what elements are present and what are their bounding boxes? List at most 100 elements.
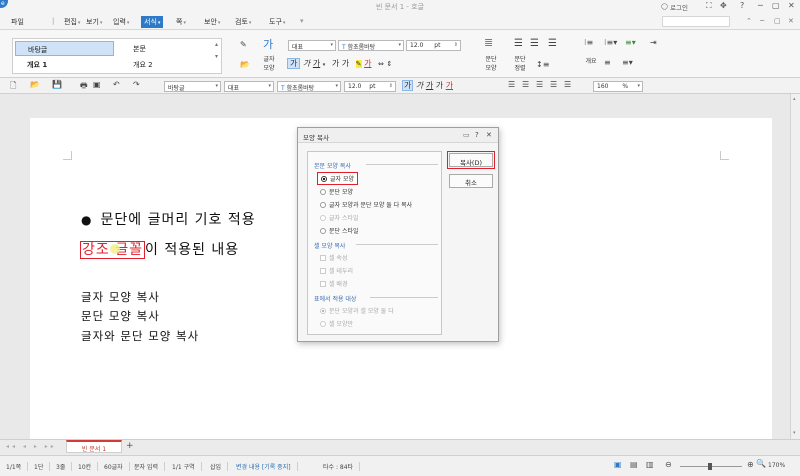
doc-line-2[interactable]: 문단 모양 복사 — [81, 308, 160, 324]
copy-button[interactable]: 복사(D) — [449, 153, 493, 167]
align-center-icon[interactable]: ☰ — [548, 38, 557, 49]
menu-more[interactable]: ▾ — [300, 17, 304, 25]
redo-icon[interactable]: ↷ — [133, 80, 140, 89]
superscript-icon-2[interactable]: 가 — [436, 81, 443, 90]
style-item-outline2[interactable]: 개요 2 — [119, 59, 214, 72]
preview-icon[interactable]: ▣ — [93, 80, 101, 89]
print-icon[interactable]: 🖶 — [80, 80, 88, 94]
style-edit-icon[interactable]: ✎ — [240, 40, 247, 49]
option-para-shape[interactable]: 문단 모양 — [320, 187, 353, 196]
style-select[interactable]: 바탕글 ▾ — [164, 81, 221, 92]
para-shape-label[interactable]: 문단 모양 — [480, 54, 502, 72]
font-name-select-2[interactable]: T 함초롬바탕 ▾ — [277, 81, 341, 92]
para-align-label[interactable]: 문단 정렬 — [508, 54, 532, 72]
menu-format[interactable]: 서식▾ — [141, 16, 164, 28]
doc-line-1[interactable]: 글자 모양 복사 — [81, 289, 160, 305]
user-icon[interactable]: ◯ — [661, 3, 668, 10]
italic-icon[interactable]: 가 — [303, 59, 310, 68]
vertical-scrollbar[interactable]: ▴ ▾ — [790, 94, 800, 439]
pin-icon[interactable]: ✥ — [720, 1, 727, 10]
align-justify-icon[interactable]: ☰ — [514, 38, 523, 49]
login-button[interactable]: 로그인 — [670, 2, 688, 12]
minimize-button[interactable]: ─ — [758, 1, 763, 10]
line-spacing-icon[interactable]: ↕≡ — [536, 60, 549, 69]
width-icon[interactable]: ⇕ — [386, 60, 392, 68]
list-level2-icon[interactable]: ≡▾ — [622, 58, 633, 67]
style-item-outline1[interactable]: 개요 1 — [15, 59, 114, 72]
italic-icon-2[interactable]: 가 — [416, 81, 423, 90]
zoom-in-icon[interactable]: ⊕ — [747, 460, 754, 469]
align-right-icon-2[interactable]: ☰ — [550, 80, 557, 89]
scroll-up-icon[interactable]: ▴ — [793, 96, 796, 102]
fullscreen-icon[interactable]: ⛶ — [706, 1, 712, 11]
status-page[interactable]: 1/1쪽 — [6, 462, 29, 471]
tab-nav-icons[interactable]: ◂◂ ◂ ▸ ▸▸ — [6, 443, 57, 450]
align-distribute-icon-2[interactable]: ☰ — [564, 80, 571, 89]
collapse-icon[interactable]: ─ — [760, 17, 764, 25]
outline-list-icon[interactable]: ≡▾ — [625, 38, 636, 47]
font-color-icon-2[interactable]: 가 — [446, 81, 453, 90]
menu-review[interactable]: 검토▾ — [235, 17, 251, 27]
close-doc-icon[interactable]: ✕ — [788, 17, 794, 25]
menu-view[interactable]: 보기▾ — [86, 17, 102, 27]
align-left-icon-2[interactable]: ☰ — [522, 80, 529, 89]
view-page-icon[interactable]: ▤ — [630, 460, 638, 469]
new-doc-icon[interactable]: 🗋 — [10, 80, 16, 94]
style-scroll-up-icon[interactable]: ▴ — [215, 41, 218, 48]
font-lang-select-2[interactable]: 대표 ▾ — [224, 81, 274, 92]
outline-label[interactable]: 개요 — [582, 56, 600, 65]
add-tab-button[interactable]: + — [126, 441, 134, 451]
align-justify-icon-2[interactable]: ☰ — [508, 80, 515, 89]
dialog-title-bar[interactable]: 모양 복사 ▭ ? ✕ — [298, 128, 498, 143]
style-scroll-down-icon[interactable]: ▾ — [215, 53, 218, 60]
bold-icon-2[interactable]: 가 — [402, 80, 414, 91]
doc-tab[interactable]: 빈 문서 1 — [66, 440, 122, 453]
indent-icon[interactable]: ⇥ — [650, 38, 657, 47]
close-button[interactable]: ✕ — [788, 1, 795, 10]
status-insert[interactable]: 삽입 — [210, 462, 229, 471]
menu-page[interactable]: 쪽▾ — [176, 17, 186, 27]
font-size-select-2[interactable]: 12.0 pt ⇕ — [344, 81, 396, 92]
numbered-list-icon[interactable]: ⁝≡▾ — [604, 38, 617, 47]
bold-icon[interactable]: 가 — [287, 58, 301, 69]
font-color-icon[interactable]: 가 — [364, 59, 371, 68]
char-shape-label[interactable]: 글자 모양 — [258, 54, 280, 72]
maximize-button[interactable]: ▢ — [772, 1, 780, 10]
restore-icon[interactable]: ▢ — [774, 17, 781, 25]
cancel-button[interactable]: 취소 — [449, 174, 493, 188]
zoom-select[interactable]: 160 % ▾ — [593, 81, 643, 92]
view-normal-icon[interactable]: ▣ — [614, 460, 622, 469]
option-both[interactable]: 글자 모양과 문단 모양 둘 다 복사 — [320, 200, 412, 209]
style-item-bonmun[interactable]: 본문 — [119, 43, 214, 56]
align-left-icon[interactable]: ☰ — [530, 38, 539, 49]
font-name-select[interactable]: T 함초롬바탕 ▾ — [338, 40, 404, 51]
dialog-help-button[interactable]: ? — [475, 131, 479, 139]
style-item-batanggeul[interactable]: 바탕글 — [15, 41, 114, 56]
zoom-out-icon[interactable]: ⊖ — [665, 460, 672, 469]
menu-insert[interactable]: 입력▾ — [113, 17, 129, 27]
style-open-icon[interactable]: 📂 — [240, 60, 250, 69]
char-shape-icon[interactable]: 가 — [263, 36, 273, 52]
font-lang-select[interactable]: 대표 ▾ — [288, 40, 336, 51]
open-icon[interactable]: 📂 — [30, 80, 40, 89]
highlight-paragraph[interactable]: 강조 글꼴 이 적용된 내용 — [80, 239, 239, 259]
ribbon-toggle-icon[interactable]: ⌃ — [746, 17, 752, 25]
status-track-changes[interactable]: 변경 내용 [기록 중지] — [236, 462, 298, 471]
view-web-icon[interactable]: ▥ — [646, 460, 654, 469]
help-button[interactable]: ? — [740, 1, 744, 10]
dialog-close-button[interactable]: ✕ — [486, 131, 492, 139]
menu-file[interactable]: 파일 — [11, 17, 24, 27]
menu-edit[interactable]: 편집▾ — [64, 17, 80, 27]
bullet-paragraph[interactable]: ● 문단에 글머리 기호 적용 — [81, 209, 256, 229]
menu-tools[interactable]: 도구▾ — [269, 17, 285, 27]
para-shape-icon[interactable]: ≣ — [484, 36, 493, 49]
status-zoom[interactable]: 170% — [768, 462, 785, 469]
option-char-shape[interactable]: 글자 모양 — [317, 172, 358, 185]
align-center-icon-2[interactable]: ☰ — [536, 80, 543, 89]
zoom-slider-thumb[interactable] — [708, 463, 712, 470]
scroll-down-icon[interactable]: ▾ — [793, 430, 796, 436]
zoom-magnifier-icon[interactable]: 🔍 — [756, 459, 766, 468]
save-icon[interactable]: 💾 — [52, 80, 62, 89]
dialog-expand-icon[interactable]: ▭ — [463, 131, 470, 139]
menu-security[interactable]: 보안▾ — [204, 17, 220, 27]
